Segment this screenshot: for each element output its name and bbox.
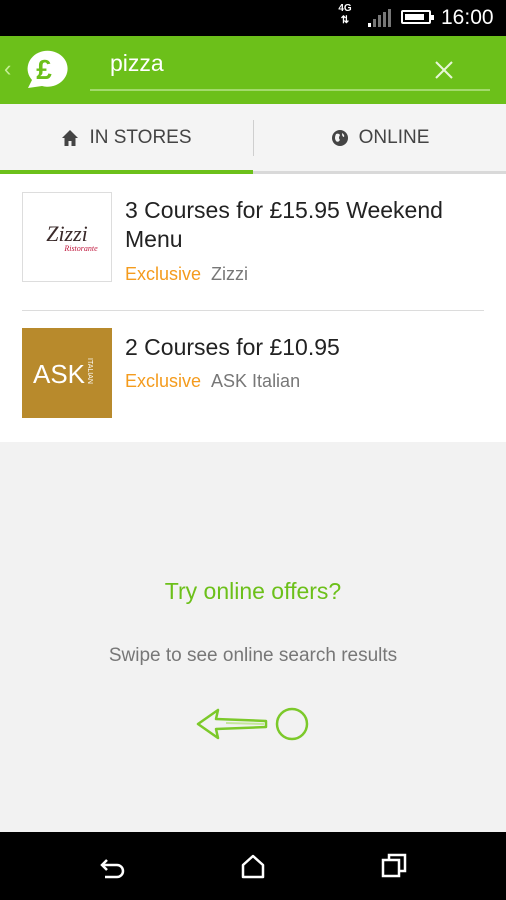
- recent-apps-icon[interactable]: [379, 851, 409, 881]
- data-arrows-icon: ⇅: [340, 15, 350, 26]
- network-type: 4G: [338, 3, 352, 14]
- battery-icon: [401, 10, 434, 24]
- clear-search-icon[interactable]: [430, 56, 458, 84]
- app-bar: ‹ £: [0, 36, 506, 104]
- offer-title: 3 Courses for £15.95 Weekend Menu: [125, 197, 443, 252]
- signal-icon: [368, 9, 391, 27]
- svg-text:£: £: [36, 54, 52, 85]
- logo-subtext: Ristorante: [63, 244, 98, 253]
- network-indicator: 4G ⇅: [334, 3, 356, 27]
- tab-label: IN STORES: [89, 126, 192, 148]
- offer-meta: Exclusive ASK Italian: [125, 371, 300, 392]
- merchant-name: Zizzi: [211, 264, 249, 284]
- tab-online[interactable]: ONLINE: [254, 104, 506, 171]
- tab-bar: IN STORES ONLINE: [0, 104, 506, 175]
- swipe-hint-text: Swipe to see online search results: [108, 645, 398, 666]
- tab-label: ONLINE: [358, 126, 430, 148]
- status-bar: 4G ⇅ 16:00: [0, 0, 506, 36]
- battery-fill: [405, 14, 424, 20]
- search-input[interactable]: [110, 48, 410, 78]
- merchant-name: ASK Italian: [211, 371, 301, 391]
- logo-text: Zizzi: [46, 221, 88, 246]
- back-icon[interactable]: [97, 851, 127, 881]
- search-underline: [90, 89, 490, 91]
- zizzi-logo: Zizzi Ristorante: [22, 192, 112, 282]
- globe-icon: [331, 129, 349, 147]
- clock: 16:00: [441, 6, 494, 29]
- exclusive-badge: Exclusive: [125, 371, 202, 391]
- tab-in-stores[interactable]: IN STORES: [0, 104, 253, 171]
- swipe-left-icon: [196, 707, 309, 741]
- app-logo-icon[interactable]: £: [18, 44, 68, 94]
- try-online-offers-link[interactable]: Try online offers?: [0, 578, 506, 605]
- logo-subtext: ITALIAN: [86, 358, 93, 384]
- logo-text: ASK: [33, 359, 86, 389]
- home-icon: [61, 129, 79, 147]
- ask-italian-logo: ASK ITALIAN: [22, 328, 112, 418]
- offer-meta: Exclusive Zizzi: [125, 264, 248, 285]
- list-item[interactable]: ASK ITALIAN 2 Courses for £10.95 Exclusi…: [0, 311, 506, 443]
- exclusive-badge: Exclusive: [125, 264, 202, 284]
- offer-title: 2 Courses for £10.95: [125, 334, 340, 360]
- navigation-bar: [0, 832, 506, 900]
- back-chevron-icon[interactable]: ‹: [4, 56, 11, 82]
- list-item[interactable]: Zizzi Ristorante 3 Courses for £15.95 We…: [0, 174, 506, 311]
- results-list: Zizzi Ristorante 3 Courses for £15.95 We…: [0, 174, 506, 442]
- home-icon[interactable]: [238, 851, 268, 881]
